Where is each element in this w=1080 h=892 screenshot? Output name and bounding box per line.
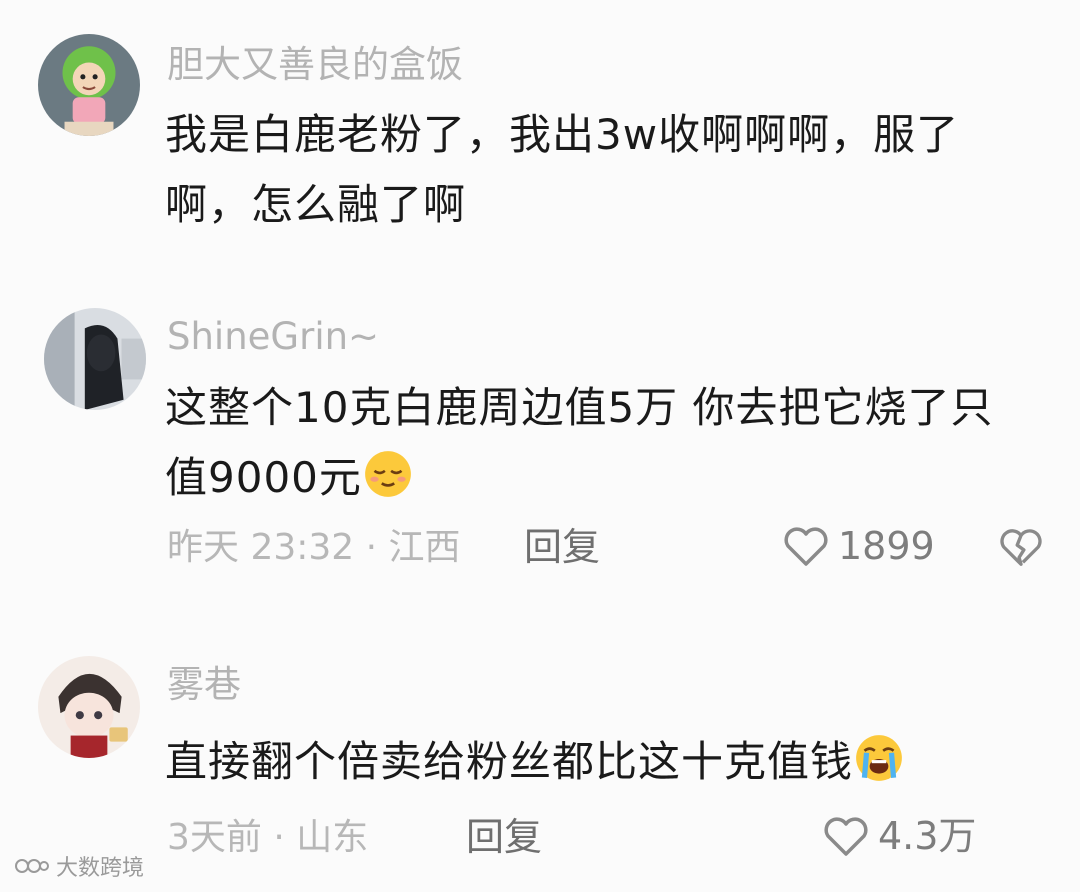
relieved-face-emoji [362,448,414,500]
comment-meta: 3天前 · 山东 [167,817,369,858]
watermark-logo-icon [15,859,49,873]
reply-button[interactable]: 回复 [466,818,542,856]
heart-icon [824,817,868,856]
avatar[interactable] [44,308,146,410]
comment-text-content: 这整个10克白鹿周边值5万 你去把它烧了只值9000元 [165,383,994,502]
like-button[interactable]: 1899 [782,524,935,568]
like-count: 1899 [838,524,935,568]
dislike-button[interactable] [998,525,1044,569]
avatar[interactable] [38,34,140,136]
comment-text: 这整个10克白鹿周边值5万 你去把它烧了只值9000元 [165,373,1005,513]
comment-username[interactable]: 胆大又善良的盒饭 [167,46,463,83]
loudly-crying-face-emoji [853,732,905,784]
comment-username[interactable]: ShineGrin~ [167,318,379,355]
comment-meta: 昨天 23:32 · 江西 [167,527,461,568]
watermark-text: 大数跨境 [56,856,145,881]
comment-username[interactable]: 雾巷 [167,666,241,703]
like-button[interactable]: 4.3万 [822,814,976,858]
like-count: 4.3万 [878,814,977,858]
comment-text-content: 直接翻个倍卖给粉丝都比这十克值钱 [165,737,854,786]
broken-heart-icon [1000,529,1042,566]
comment-text: 我是白鹿老粉了，我出3w收啊啊啊，服了啊，怎么融了啊 [165,100,1045,240]
reply-button[interactable]: 回复 [524,528,600,566]
comment-text: 直接翻个倍卖给粉丝都比这十克值钱 [165,727,1045,797]
watermark: 大数跨境 [14,850,144,882]
comment-text-content: 我是白鹿老粉了，我出3w收啊啊啊，服了啊，怎么融了啊 [165,110,960,229]
heart-icon [784,527,828,566]
avatar[interactable] [38,656,140,758]
